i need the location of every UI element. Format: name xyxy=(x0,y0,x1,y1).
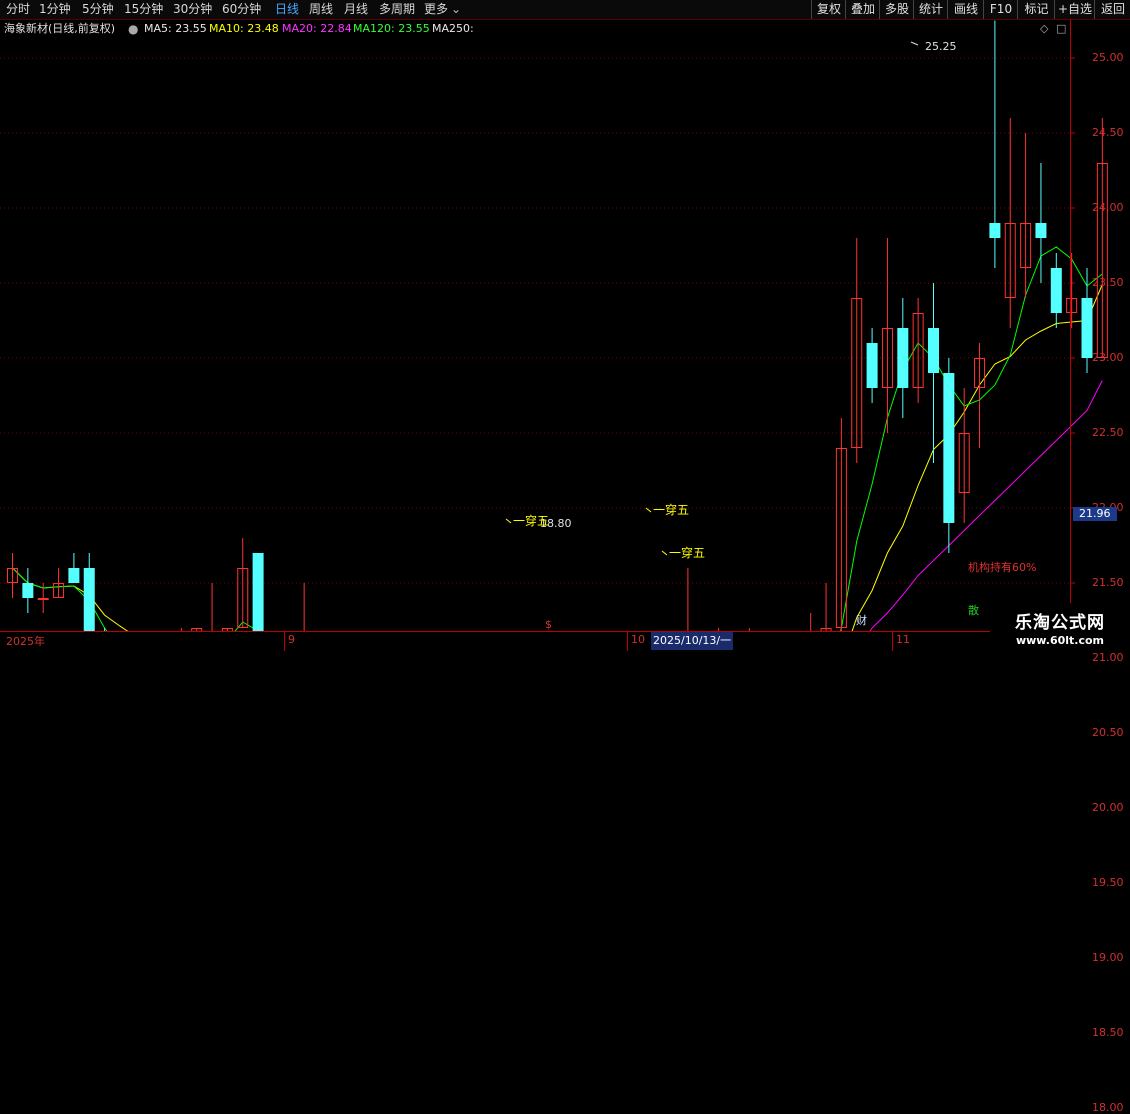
month-label-9: 9 xyxy=(288,633,295,646)
year-label: 2025年 xyxy=(6,635,45,648)
candle xyxy=(881,238,893,433)
finance-marker: 财 xyxy=(856,613,867,627)
candle xyxy=(989,20,1001,268)
month-divider xyxy=(284,632,285,651)
watermark: 乐淘公式网 www.60lt.com xyxy=(990,603,1130,650)
candle-body xyxy=(68,568,80,583)
date-axis: 2025年 9 10 2025/10/13/一 11 xyxy=(0,631,1130,651)
candle xyxy=(958,388,970,523)
price-axis: 25.0024.5024.0023.5023.0022.5022.0021.50… xyxy=(1070,19,1130,1114)
candle-body xyxy=(943,373,955,523)
candle xyxy=(835,418,847,650)
candle xyxy=(22,568,34,613)
candle-body xyxy=(1035,223,1047,238)
watermark-title: 乐淘公式网 xyxy=(1015,613,1105,633)
candle xyxy=(1020,133,1032,298)
axis-tick-label: 22.50 xyxy=(1092,426,1124,439)
candle-body xyxy=(989,223,1001,238)
signal-arrow-icon xyxy=(505,518,512,524)
axis-tick-label: 21.50 xyxy=(1092,576,1124,589)
axis-tick-label: 18.00 xyxy=(1092,1101,1124,1114)
candle xyxy=(974,343,986,448)
candle xyxy=(897,298,909,418)
signal-label: 一穿五 xyxy=(669,545,705,560)
price-gridlines xyxy=(0,57,1075,584)
candle xyxy=(928,283,939,463)
candle-body xyxy=(897,328,909,388)
watermark-url: www.60lt.com xyxy=(1015,634,1105,647)
candle xyxy=(68,553,80,583)
high-price-label: 25.25 xyxy=(925,40,957,53)
axis-tick-label: 19.00 xyxy=(1092,951,1124,964)
axis-tick-label: 19.50 xyxy=(1092,876,1124,889)
axis-tick-label: 25.00 xyxy=(1092,51,1124,64)
signal-label: 一穿五 xyxy=(513,513,549,528)
candle-body xyxy=(866,343,878,388)
signal-arrow-icon xyxy=(645,507,652,513)
axis-tick-label: 18.50 xyxy=(1092,1026,1124,1039)
institution-holding-label: 机构持有60% xyxy=(968,560,1036,574)
candle xyxy=(851,238,863,463)
axis-tick-label: 20.00 xyxy=(1092,801,1124,814)
candle xyxy=(912,298,924,403)
ma5-line xyxy=(12,246,1103,650)
axis-tick-label: 20.50 xyxy=(1092,726,1124,739)
month-divider xyxy=(892,632,893,651)
candlestick-chart[interactable]: 25.2518.80一穿五一穿五一穿五机构持有60%财$散 xyxy=(0,0,1130,650)
month-label-10: 10 xyxy=(631,633,645,646)
axis-tick-label: 21.00 xyxy=(1092,651,1124,664)
axis-tick-label: 23.50 xyxy=(1092,276,1124,289)
candle xyxy=(53,568,65,598)
axis-tick-label: 24.00 xyxy=(1092,201,1124,214)
candle-body xyxy=(928,328,939,373)
candle xyxy=(1004,118,1016,328)
ma20-line xyxy=(211,380,1103,650)
candle xyxy=(1050,253,1062,328)
axis-tick-label: 23.00 xyxy=(1092,351,1124,364)
dividend-marker: $ xyxy=(545,618,552,631)
chart-annotations: 25.2518.80一穿五一穿五一穿五机构持有60%财$散 xyxy=(505,40,1036,631)
month-divider xyxy=(627,632,628,651)
candles xyxy=(7,20,1108,650)
candle xyxy=(237,538,249,628)
candle xyxy=(866,328,878,403)
month-label-11: 11 xyxy=(896,633,910,646)
moving-average-lines xyxy=(12,246,1103,650)
axis-tick-label: 24.50 xyxy=(1092,126,1124,139)
selected-date: 2025/10/13/一 xyxy=(651,632,734,650)
signal-label: 一穿五 xyxy=(653,502,689,517)
candle-body xyxy=(37,598,49,600)
signal-arrow-icon xyxy=(661,550,668,556)
candle xyxy=(943,358,955,553)
small-marker: 散 xyxy=(968,603,979,617)
candle-body xyxy=(1050,268,1062,313)
current-price-box: 21.96 xyxy=(1073,507,1117,521)
high-pointer xyxy=(910,41,919,46)
candle xyxy=(7,553,18,598)
candle-body xyxy=(22,583,34,598)
